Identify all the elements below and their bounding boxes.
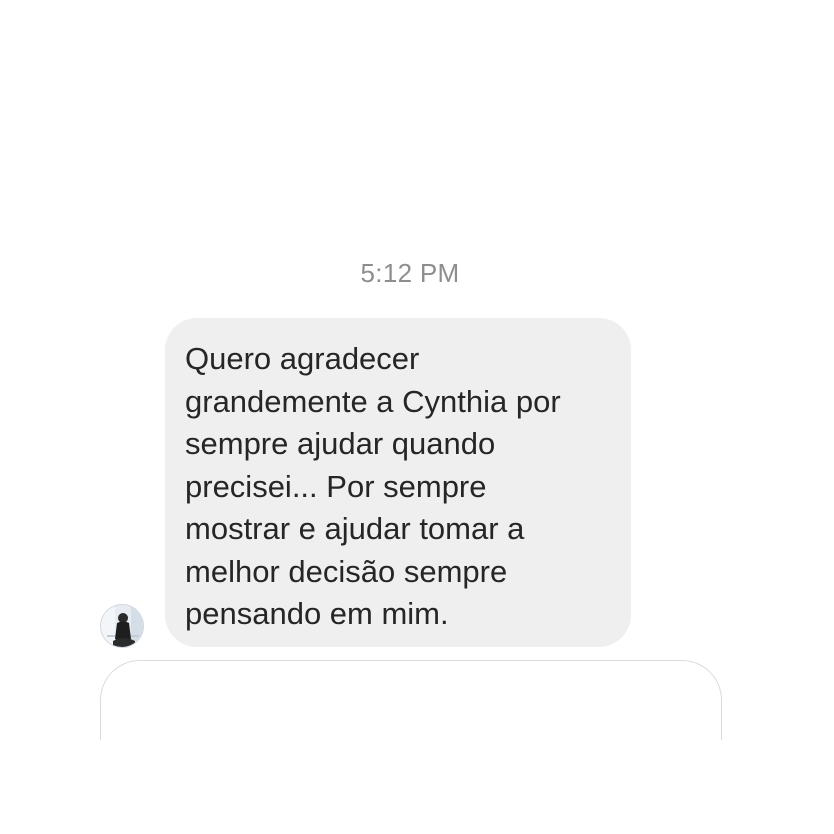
incoming-message-bubble[interactable]: Quero agradecer grandemente a Cynthia po… [165, 318, 631, 647]
message-text: Quero agradecer grandemente a Cynthia po… [185, 341, 561, 631]
message-composer[interactable] [100, 660, 722, 740]
sender-avatar[interactable] [100, 604, 144, 648]
message-timestamp: 5:12 PM [360, 258, 460, 288]
avatar-photo-icon [101, 605, 143, 647]
